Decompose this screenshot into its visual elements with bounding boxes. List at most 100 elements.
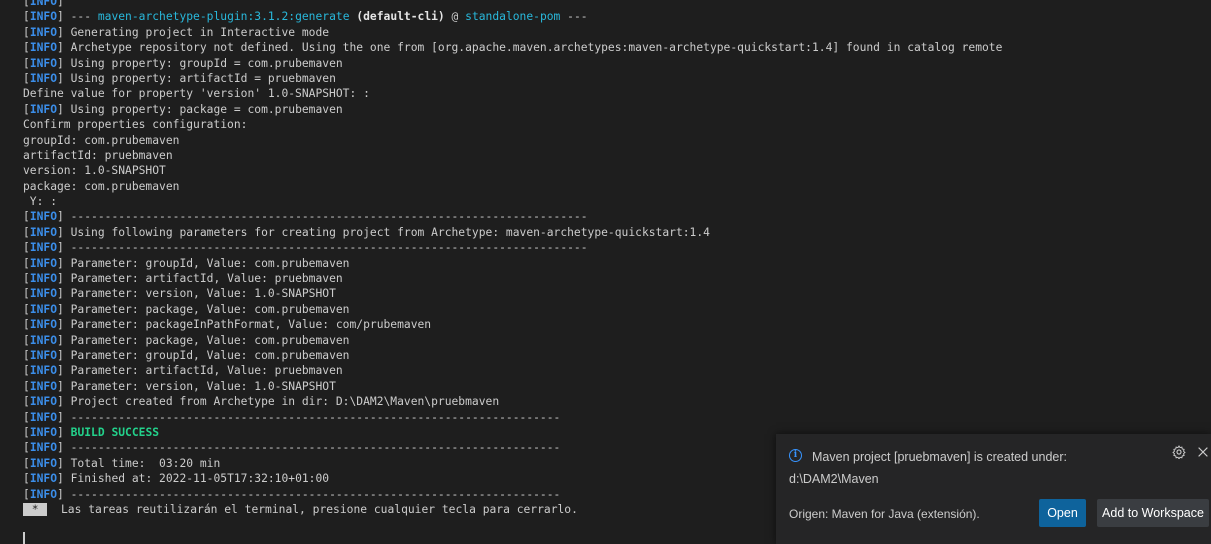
log-level-tag: INFO [29,0,58,8]
terminal-text: [ [23,225,30,239]
info-icon: i [789,449,802,462]
terminal-text: --- [560,10,588,24]
log-level-tag: INFO [29,410,58,424]
add-to-workspace-button[interactable]: Add to Workspace [1097,499,1209,527]
terminal-text: ] Parameter: packageInPathFormat, Value:… [57,318,432,332]
terminal-text: ] Total time: 03:20 min [57,456,221,470]
terminal-line: groupId: com.prubemaven [23,133,1002,148]
terminal-text: [ [23,456,30,470]
terminal-text: package: com.prubemaven [23,179,180,193]
terminal-text: ] Using property: groupId = com.prubemav… [57,56,343,70]
terminal-line: [INFO] Parameter: groupId, Value: com.pr… [23,256,1002,271]
terminal-text: ] --------------------------------------… [57,210,588,224]
terminal-line: [INFO] [23,0,1002,9]
log-level-tag: INFO [29,333,58,347]
terminal-text: [ [23,472,30,486]
terminal-text: standalone-pom [465,10,561,24]
terminal-line: [INFO] ---------------------------------… [23,410,1002,425]
terminal-text: ] Parameter: version, Value: 1.0-SNAPSHO… [57,379,336,393]
terminal-line: Define value for property 'version' 1.0-… [23,86,1002,101]
terminal-text: ] Finished at: 2022-11-05T17:32:10+01:00 [57,472,330,486]
terminal-text: [ [23,379,30,393]
terminal-text: [ [23,0,30,8]
terminal-text: (default-cli) [356,10,445,24]
terminal-text: ] Parameter: version, Value: 1.0-SNAPSHO… [57,287,336,301]
terminal-text: [ [23,487,30,501]
terminal-cursor [23,532,25,544]
log-level-tag: INFO [29,102,58,116]
terminal-text: [ [23,318,30,332]
terminal-text: Define value for property 'version' 1.0-… [23,87,370,101]
gear-icon[interactable] [1172,445,1186,460]
terminal-line: [INFO] Project created from Archetype in… [23,394,1002,409]
terminal-text: ] Using following parameters for creatin… [57,225,710,239]
terminal-text: ] Parameter: package, Value: com.prubema… [57,333,350,347]
terminal-line: Y: : [23,194,1002,209]
terminal-line: [INFO] Parameter: artifactId, Value: pru… [23,363,1002,378]
terminal-text: BUILD SUCCESS [70,425,160,439]
log-level-tag: INFO [29,364,58,378]
terminal-text: [ [23,333,30,347]
terminal-text: [ [23,364,30,378]
terminal-text: artifactId: pruebmaven [23,148,173,162]
terminal-text: [ [23,410,30,424]
log-level-tag: INFO [29,25,58,39]
log-level-tag: INFO [29,56,58,70]
terminal-line: [INFO] Parameter: package, Value: com.pr… [23,302,1002,317]
log-level-tag: INFO [29,425,58,439]
terminal-text: ] [57,0,71,8]
terminal-text: ] Parameter: groupId, Value: com.prubema… [57,348,350,362]
terminal-text: [ [23,241,30,255]
log-level-tag: INFO [29,287,58,301]
terminal-text: @ [444,10,466,24]
terminal-line: [INFO] Parameter: version, Value: 1.0-SN… [23,286,1002,301]
terminal-text: ] --------------------------------------… [57,410,561,424]
terminal-text: ] Using property: package = com.prubemav… [57,102,343,116]
terminal-text: maven-archetype-plugin:3.1.2:generate [97,10,350,24]
close-icon[interactable] [1196,445,1210,459]
terminal-text: [ [23,395,30,409]
terminal-text: ] Parameter: artifactId, Value: pruebmav… [57,364,343,378]
terminal-text: [ [23,348,30,362]
terminal-line: [INFO] ---------------------------------… [23,240,1002,255]
log-level-tag: INFO [29,210,58,224]
terminal-line: [INFO] Using following parameters for cr… [23,225,1002,240]
terminal-text: Y: : [23,195,58,209]
notification-toast: i Maven project [pruebmaven] is created … [776,434,1211,544]
terminal-text: [ [23,256,30,270]
terminal-text: [ [23,210,30,224]
terminal-line: [INFO] Generating project in Interactive… [23,25,1002,40]
terminal-text: version: 1.0-SNAPSHOT [23,164,166,178]
terminal-line: [INFO] Parameter: version, Value: 1.0-SN… [23,379,1002,394]
log-level-tag: INFO [29,318,58,332]
log-level-tag: INFO [29,241,58,255]
terminal-text: [ [23,102,30,116]
log-level-tag: INFO [29,472,58,486]
log-level-tag: INFO [29,487,58,501]
terminal-text: [ [23,10,30,24]
terminal-line: [INFO] Archetype repository not defined.… [23,40,1002,55]
notification-message: Maven project [pruebmaven] is created un… [812,450,1067,464]
terminal-line: package: com.prubemaven [23,179,1002,194]
log-level-tag: INFO [29,348,58,362]
log-level-tag: INFO [29,256,58,270]
notification-path: d:\DAM2\Maven [789,472,879,486]
terminal-text: [ [23,25,30,39]
terminal-text: [ [23,425,30,439]
terminal-text: ] --------------------------------------… [57,441,561,455]
terminal-text: ] --------------------------------------… [57,487,561,501]
terminal-text: ] Using property: artifactId = pruebmave… [57,71,336,85]
terminal-text: ] Parameter: groupId, Value: com.prubema… [57,256,350,270]
log-level-tag: INFO [29,441,58,455]
log-level-tag: INFO [29,456,58,470]
notification-source: Origen: Maven for Java (extensión). [789,507,980,521]
log-level-tag: INFO [29,225,58,239]
log-level-tag: INFO [29,71,58,85]
open-button[interactable]: Open [1039,499,1086,527]
terminal-text: Confirm properties configuration: [23,118,248,132]
terminal-text: [ [23,272,30,286]
terminal-line: artifactId: pruebmaven [23,148,1002,163]
terminal-line: [INFO] Using property: groupId = com.pru… [23,56,1002,71]
terminal-text: ] --------------------------------------… [57,241,588,255]
terminal-line: [INFO] Parameter: package, Value: com.pr… [23,333,1002,348]
